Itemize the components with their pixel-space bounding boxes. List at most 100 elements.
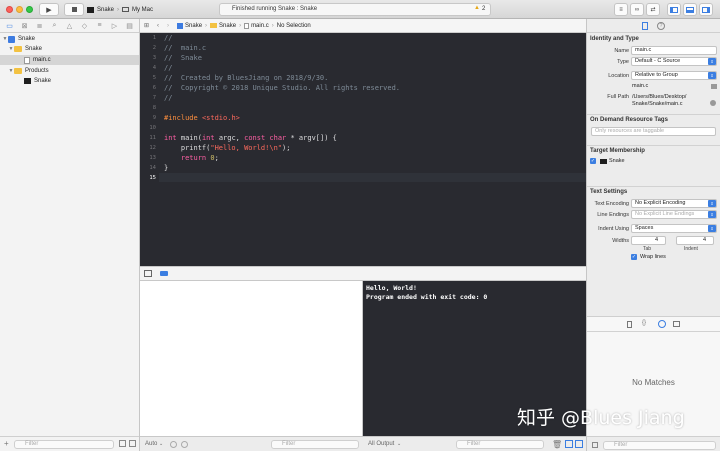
indent-width-field[interactable]: 4 (676, 236, 714, 245)
zoom-window-button[interactable] (26, 6, 33, 13)
crumb-symbol[interactable]: No Selection (277, 23, 311, 29)
line-number: 11 (149, 135, 156, 141)
forward-icon[interactable]: › (167, 23, 169, 29)
target-checkbox[interactable]: ✓ (590, 158, 596, 164)
type-popup[interactable]: Default - C Source ⇕ (631, 57, 717, 66)
name-field[interactable]: main.c (631, 46, 717, 55)
back-icon[interactable]: ‹ (157, 23, 159, 29)
crumb-group[interactable]: Snake (219, 23, 236, 29)
navigator-filter-input[interactable]: Filter (14, 440, 114, 449)
toggle-inspector-button[interactable] (699, 3, 713, 16)
debug-icon[interactable]: ≡ (94, 22, 105, 29)
stop-button[interactable] (64, 3, 84, 16)
breakpoints-toggle-icon[interactable] (160, 271, 168, 276)
media-library-icon[interactable] (673, 321, 680, 327)
info-icon[interactable] (181, 441, 188, 448)
file-template-icon[interactable] (627, 321, 632, 328)
scheme-target: Snake (97, 6, 115, 13)
right-panel-icon (702, 6, 710, 13)
encoding-popup[interactable]: No Explicit Encoding ⇕ (631, 199, 717, 208)
file-inspector-icon[interactable] (642, 22, 648, 30)
tree-row-group[interactable]: ▼ Snake (0, 44, 139, 54)
toggle-navigator-button[interactable] (667, 3, 681, 16)
library-filter-input[interactable]: Filter (603, 441, 716, 450)
scheme-device: My Mac (132, 6, 154, 13)
source-control-icon[interactable]: ⊠ (19, 22, 30, 30)
tree-row-products[interactable]: ▼ Products (0, 66, 139, 76)
tree-row-file-selected[interactable]: main.c (0, 55, 139, 65)
breakpoint-icon[interactable]: ▷ (109, 22, 120, 30)
quick-look-icon[interactable] (170, 441, 177, 448)
output-selector[interactable]: All Output (368, 441, 394, 447)
folder-icon[interactable]: ▭ (4, 22, 15, 30)
tree-row-project[interactable]: ▼ Snake (0, 34, 139, 44)
link-circles-icon: ∞ (634, 6, 640, 13)
console-filter-input[interactable]: Filter (456, 440, 544, 449)
popup-arrows-icon: ⇕ (708, 58, 716, 65)
warning-count: 2 (482, 6, 486, 12)
assistant-editor-button[interactable]: ∞ (630, 3, 644, 16)
variables-view[interactable] (140, 281, 363, 436)
grid-view-icon[interactable] (592, 442, 598, 448)
trash-icon[interactable]: 🗑 (552, 440, 562, 449)
indent-using-popup[interactable]: Spaces ⇕ (631, 224, 717, 233)
fullpath-line1: /Users/Blues/Desktop/ (632, 94, 687, 100)
odr-tags-field: Only resources are taggable (591, 127, 716, 136)
odr-section-title: On Demand Resource Tags (590, 117, 668, 123)
run-button[interactable]: ▶ (39, 3, 59, 16)
show-console-icon[interactable] (575, 440, 583, 448)
identity-section-title: Identity and Type (590, 36, 639, 42)
line-number: 8 (152, 105, 156, 111)
close-window-button[interactable] (6, 6, 13, 13)
tree-row-product[interactable]: Snake (0, 76, 139, 86)
symbol-icon[interactable]: ≣ (34, 22, 45, 30)
console-line: Program ended with exit code: 0 (366, 293, 488, 301)
add-icon[interactable]: + (4, 439, 9, 448)
code-line: // main.c (164, 44, 207, 52)
standard-editor-button[interactable]: ≡ (614, 3, 628, 16)
project-icon (8, 35, 15, 43)
source-editor[interactable]: 1 2 3 4 5 6 7 8 9 10 11 12 13 14 15 // /… (140, 33, 586, 266)
scheme-selector[interactable]: Snake › My Mac (87, 4, 153, 15)
location-popup[interactable]: Relative to Group ⇕ (631, 71, 717, 80)
help-inspector-icon[interactable]: ? (657, 22, 665, 30)
reveal-arrow-icon[interactable] (710, 100, 716, 106)
show-variables-icon[interactable] (565, 440, 573, 448)
inspector-tabs: ? (587, 19, 720, 33)
project-navigator: ▭ ⊠ ≣ ⌕ △ ◇ ≡ ▷ ▤ ▼ Snake ▼ Snake main.c… (0, 19, 140, 451)
current-line-highlight (159, 173, 586, 182)
app-icon (87, 6, 94, 13)
code-snippet-icon[interactable]: {} (642, 320, 646, 326)
wrap-lines-label: Wrap lines (640, 254, 666, 260)
recent-files-icon[interactable] (119, 440, 126, 447)
filter-modified-icon[interactable] (129, 440, 136, 447)
version-editor-button[interactable]: ⇄ (646, 3, 660, 16)
tab-width-field[interactable]: 4 (631, 236, 666, 245)
auto-scope-selector[interactable]: Auto (145, 441, 157, 447)
indent-using-label: Indent Using (598, 226, 629, 232)
lines-icon: ≡ (619, 6, 623, 13)
project-name: Snake (18, 36, 36, 42)
crumb-file[interactable]: main.c (251, 23, 269, 29)
code-line-include: #include <stdio.h> (164, 114, 240, 122)
hide-debug-area-icon[interactable] (144, 270, 152, 277)
popup-arrows-icon: ⇕ (708, 211, 716, 218)
related-items-icon[interactable]: ⊞ (144, 22, 149, 29)
report-icon[interactable]: ▤ (124, 22, 135, 30)
folder-icon[interactable] (711, 84, 717, 89)
search-icon[interactable]: ⌕ (49, 22, 60, 30)
line-number-gutter: 1 2 3 4 5 6 7 8 9 10 11 12 13 14 15 (140, 33, 159, 266)
test-icon[interactable]: ◇ (79, 22, 90, 30)
toggle-debug-button[interactable] (683, 3, 697, 16)
line-number: 2 (152, 45, 156, 51)
object-library-icon[interactable] (658, 320, 666, 328)
variables-filter-input[interactable]: Filter (271, 440, 359, 449)
line-number: 9 (152, 115, 156, 121)
warning-icon[interactable]: ▲ (474, 5, 480, 11)
issue-icon[interactable]: △ (64, 22, 75, 30)
line-endings-popup[interactable]: No Explicit Line Endings ⇕ (631, 210, 717, 219)
minimize-window-button[interactable] (16, 6, 23, 13)
crumb-project[interactable]: Snake (185, 23, 202, 29)
chevron-down-icon: ⌄ (159, 441, 164, 447)
wrap-lines-checkbox[interactable]: ✓ (631, 254, 637, 260)
